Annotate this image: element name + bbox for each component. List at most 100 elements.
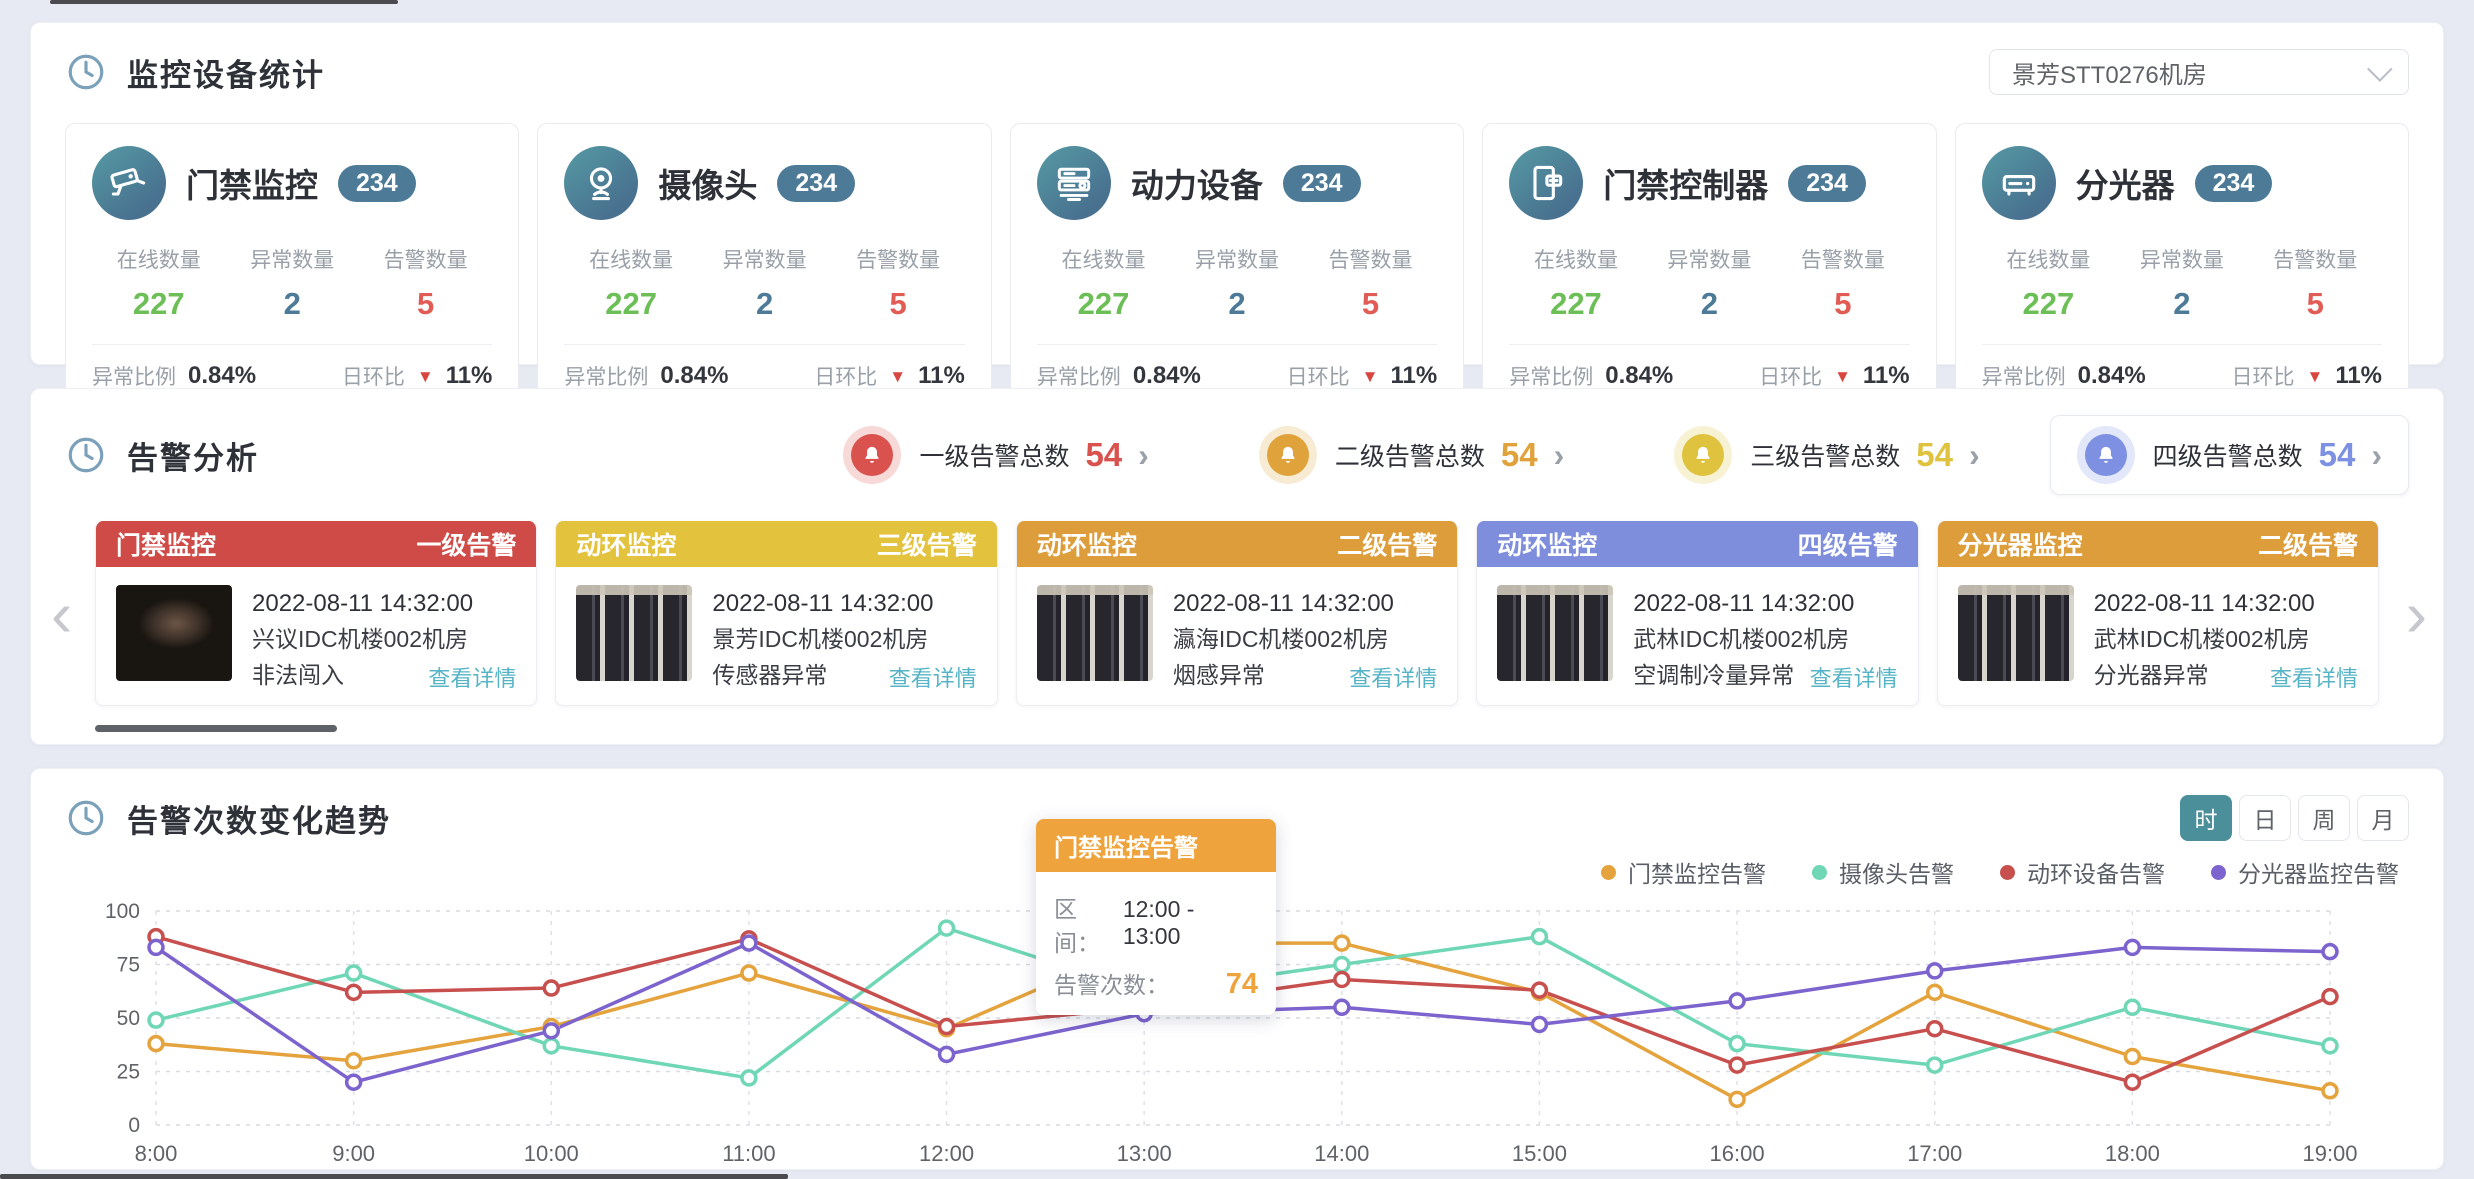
alarm-location: 景芳IDC机楼002机房 — [712, 622, 933, 658]
alarm-snapshot-image — [1037, 585, 1153, 681]
alarm-card: 动环监控 二级告警 2022-08-11 14:32:00 瀛海IDC机楼002… — [1016, 521, 1458, 706]
alarm-level-label: 一级告警总数 — [919, 437, 1069, 473]
device-total-badge: 234 — [338, 165, 416, 202]
device-stat-card: 门禁控制器 234 在线数量227 异常数量2 告警数量5 异常比例 0.84%… — [1482, 123, 1936, 410]
device-stat-card: 门禁监控 234 在线数量227 异常数量2 告警数量5 异常比例 0.84% … — [65, 123, 519, 410]
device-total-badge: 234 — [1788, 165, 1866, 202]
clock-icon — [65, 434, 107, 476]
ratio-label: 异常比例 — [1509, 361, 1593, 391]
device-stats-title: 监控设备统计 — [127, 50, 325, 95]
ratio-value: 0.84% — [188, 362, 256, 390]
time-range-button[interactable]: 周 — [2298, 795, 2350, 841]
device-name: 门禁控制器 — [1603, 159, 1768, 207]
ratio-value: 0.84% — [2078, 362, 2146, 390]
legend-item[interactable]: 动环设备告警 — [2000, 855, 2165, 889]
time-range-button[interactable]: 日 — [2239, 795, 2291, 841]
legend-item[interactable]: 摄像头告警 — [1812, 855, 1954, 889]
alarm-time: 2022-08-11 14:32:00 — [712, 585, 933, 622]
carousel-scrollbar[interactable] — [95, 725, 337, 732]
device-stat-card: 分光器 234 在线数量227 异常数量2 告警数量5 异常比例 0.84% 日… — [1955, 123, 2409, 410]
alarm-card-list: 门禁监控 一级告警 2022-08-11 14:32:00 兴议IDC机楼002… — [95, 521, 2379, 706]
legend-dot-icon — [2211, 865, 2226, 880]
alarm-source: 动环监控 — [1037, 526, 1137, 562]
alarm-level: 四级告警 — [1798, 526, 1898, 562]
svg-text:100: 100 — [105, 900, 140, 923]
tooltip-body: 区间： 12:00 - 13:00 告警次数： 74 — [1036, 872, 1276, 1015]
alarm-label: 告警数量 — [831, 244, 964, 274]
alarm-trend-panel: 告警次数变化趋势 时 日 周 月 门禁监控告警 摄像头告警 动环设备告警 分光器… — [30, 768, 2444, 1170]
carousel-prev-icon[interactable]: ‹ — [51, 582, 72, 646]
alarm-location: 兴议IDC机楼002机房 — [252, 622, 473, 658]
abnormal-value: 2 — [1170, 286, 1303, 322]
alarm-value: 5 — [831, 286, 964, 322]
alarm-level: 二级告警 — [1337, 526, 1437, 562]
svg-text:14:00: 14:00 — [1314, 1141, 1369, 1166]
alarm-level: 二级告警 — [2258, 526, 2358, 562]
alarm-level-count: 54 — [1916, 436, 1953, 474]
svg-text:10:00: 10:00 — [524, 1141, 579, 1166]
legend-dot-icon — [1601, 865, 1616, 880]
device-stat-card-list: 门禁监控 234 在线数量227 异常数量2 告警数量5 异常比例 0.84% … — [31, 95, 2443, 410]
svg-text:50: 50 — [117, 1007, 140, 1030]
alarm-location: 瀛海IDC机楼002机房 — [1173, 622, 1394, 658]
alarm-value: 5 — [1776, 286, 1909, 322]
carousel-next-icon[interactable]: › — [2406, 582, 2427, 646]
alarm-level-summary[interactable]: 三级告警总数 54 › — [1674, 426, 1979, 484]
trend-down-icon: ▼ — [1834, 368, 1851, 385]
device-total-badge: 234 — [1283, 165, 1361, 202]
screen-artifact-top — [50, 0, 398, 4]
svg-text:12:00: 12:00 — [919, 1141, 974, 1166]
alarm-bell-icon — [1259, 426, 1317, 484]
alarm-label: 告警数量 — [1304, 244, 1437, 274]
alarm-source: 分光器监控 — [1958, 526, 2083, 562]
alarm-level-count: 54 — [2319, 436, 2356, 474]
trend-down-icon: ▼ — [889, 368, 906, 385]
ratio-label: 异常比例 — [1982, 361, 2066, 391]
alarm-level-label: 三级告警总数 — [1750, 437, 1900, 473]
view-details-link[interactable]: 查看详情 — [428, 661, 516, 693]
legend-item[interactable]: 门禁监控告警 — [1601, 855, 1766, 889]
room-select[interactable]: 景芳STT0276机房 — [1989, 49, 2409, 95]
svg-text:19:00: 19:00 — [2302, 1141, 2357, 1166]
online-value: 227 — [1037, 286, 1170, 322]
ratio-value: 0.84% — [1605, 362, 1673, 390]
online-label: 在线数量 — [1037, 244, 1170, 274]
alarm-level-summary[interactable]: 二级告警总数 54 › — [1259, 426, 1564, 484]
abnormal-value: 2 — [2115, 286, 2248, 322]
device-stats-header: 监控设备统计 景芳STT0276机房 — [31, 23, 2443, 95]
online-value: 227 — [92, 286, 225, 322]
legend-item[interactable]: 分光器监控告警 — [2211, 855, 2399, 889]
alarm-level: 一级告警 — [416, 526, 516, 562]
alarm-card: 门禁监控 一级告警 2022-08-11 14:32:00 兴议IDC机楼002… — [95, 521, 537, 706]
device-stat-card: 动力设备 234 在线数量227 异常数量2 告警数量5 异常比例 0.84% … — [1010, 123, 1464, 410]
power-icon — [1037, 146, 1111, 220]
chevron-down-icon — [2367, 56, 2392, 81]
alarm-level-summary-list: 一级告警总数 54 › 二级告警总数 54 › 三级告警总数 54 › 四级告警… — [733, 415, 2409, 495]
tooltip-range-label: 区间： — [1054, 890, 1123, 958]
time-range-button[interactable]: 月 — [2357, 795, 2409, 841]
time-range-button[interactable]: 时 — [2180, 795, 2232, 841]
tooltip-title: 门禁监控告警 — [1036, 819, 1276, 872]
view-details-link[interactable]: 查看详情 — [889, 661, 977, 693]
dod-label: 日环比 — [342, 361, 405, 391]
alarm-time: 2022-08-11 14:32:00 — [1633, 585, 1854, 622]
alarm-snapshot-image — [1958, 585, 2074, 681]
view-details-link[interactable]: 查看详情 — [2270, 661, 2358, 693]
alarm-analysis-panel: 告警分析 一级告警总数 54 › 二级告警总数 54 › 三级告警总数 54 › — [30, 388, 2444, 745]
alarm-bell-icon — [1674, 426, 1732, 484]
alarm-level-summary[interactable]: 四级告警总数 54 › — [2050, 415, 2409, 495]
ratio-value: 0.84% — [660, 362, 728, 390]
alarm-level-summary[interactable]: 一级告警总数 54 › — [843, 426, 1148, 484]
view-details-link[interactable]: 查看详情 — [1349, 661, 1437, 693]
view-details-link[interactable]: 查看详情 — [1810, 661, 1898, 693]
device-total-badge: 234 — [2195, 165, 2273, 202]
time-range-button-group: 时 日 周 月 — [2173, 795, 2409, 841]
device-name: 动力设备 — [1131, 159, 1263, 207]
svg-text:11:00: 11:00 — [722, 1141, 775, 1166]
svg-text:18:00: 18:00 — [2105, 1141, 2160, 1166]
alarm-level-count: 54 — [1501, 436, 1538, 474]
legend-label: 分光器监控告警 — [2238, 855, 2399, 889]
device-total-badge: 234 — [777, 165, 855, 202]
alarm-level-count: 54 — [1085, 436, 1122, 474]
online-value: 227 — [1982, 286, 2115, 322]
